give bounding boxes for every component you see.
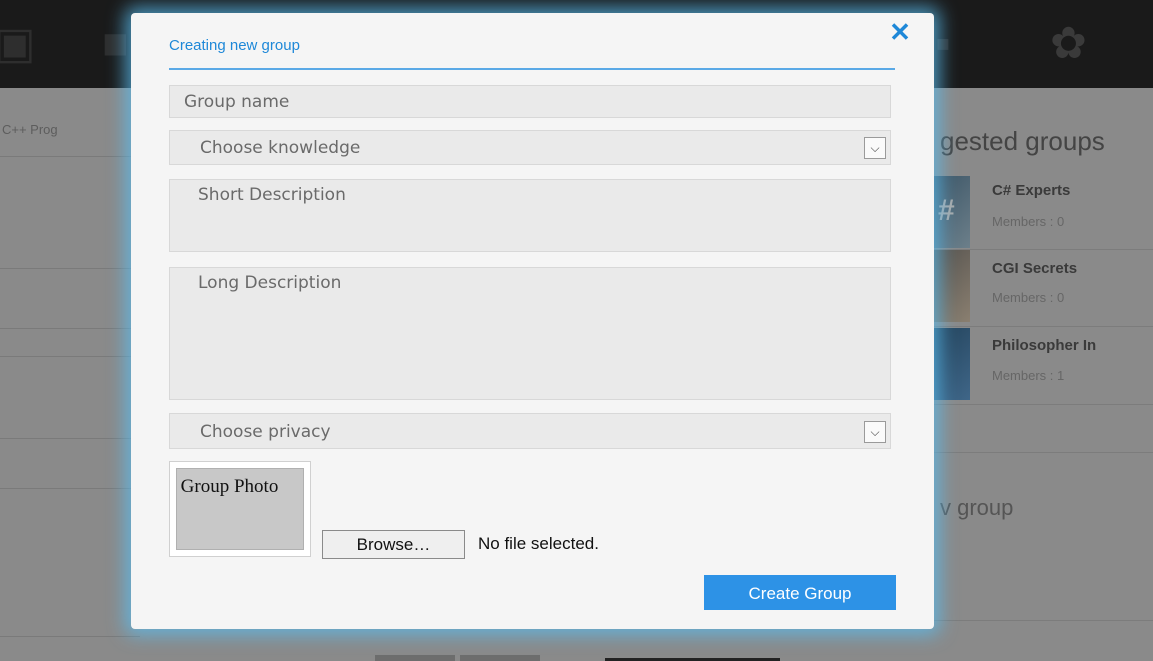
breadcrumb[interactable]: C++ Prog [2,122,58,137]
divider [930,452,1153,453]
bottom-control[interactable] [460,655,540,661]
group-thumbnail-glyph: # [938,194,955,227]
dialog-title: Creating new group [169,37,300,54]
divider [930,326,1153,327]
group-photo-preview: Group Photo [169,461,311,557]
group-members: Members : 1 [992,368,1065,383]
group-thumbnail[interactable] [930,250,970,322]
bottom-control[interactable] [375,655,455,661]
short-description-textarea[interactable]: Short Description [169,179,891,252]
title-divider [169,68,895,70]
privacy-select[interactable]: Choose privacy ⌵ [169,413,891,449]
group-name[interactable]: Philosopher In [992,337,1096,354]
knowledge-placeholder: Choose knowledge [200,138,361,158]
long-description-textarea[interactable]: Long Description [169,267,891,400]
group-name-input[interactable]: Group name [169,85,891,118]
divider [0,328,140,329]
divider [0,268,140,269]
chevron-down-icon[interactable]: ⌵ [864,137,886,159]
group-thumbnail[interactable] [930,328,970,400]
divider [930,620,1153,621]
group-photo-label: Group Photo [180,476,279,497]
knowledge-select[interactable]: Choose knowledge ⌵ [169,130,891,165]
new-group-heading: v group [940,495,1014,520]
group-members: Members : 0 [992,290,1065,305]
short-description-placeholder: Short Description [198,185,346,205]
group-name[interactable]: CGI Secrets [992,260,1077,277]
divider [0,438,140,439]
group-name[interactable]: C# Experts [992,182,1070,199]
create-group-dialog: Creating new group ✕ Group name Choose k… [131,13,934,629]
nav-icon[interactable]: ▣ [0,20,36,68]
privacy-placeholder: Choose privacy [200,422,331,442]
group-name-placeholder: Group name [184,92,290,112]
divider [0,356,140,357]
close-icon[interactable]: ✕ [888,19,912,45]
group-members: Members : 0 [992,214,1065,229]
suggested-groups-heading: gested groups [940,126,1105,156]
divider [0,156,140,157]
paw-icon[interactable]: ✿ [1050,20,1087,68]
divider [0,636,140,637]
browse-button[interactable]: Browse… [322,530,465,559]
divider [930,404,1153,405]
chat-icon[interactable]: ■ [102,20,129,68]
chevron-down-icon[interactable]: ⌵ [864,421,886,443]
file-status-text: No file selected. [478,534,599,553]
long-description-placeholder: Long Description [198,273,342,293]
group-photo-placeholder: Group Photo [176,468,304,550]
create-group-button[interactable]: Create Group [704,575,896,610]
background-left-column [0,88,140,661]
divider [0,488,140,489]
group-thumbnail[interactable]: # [930,176,970,248]
nav-icon[interactable]: ▪ [935,20,951,68]
